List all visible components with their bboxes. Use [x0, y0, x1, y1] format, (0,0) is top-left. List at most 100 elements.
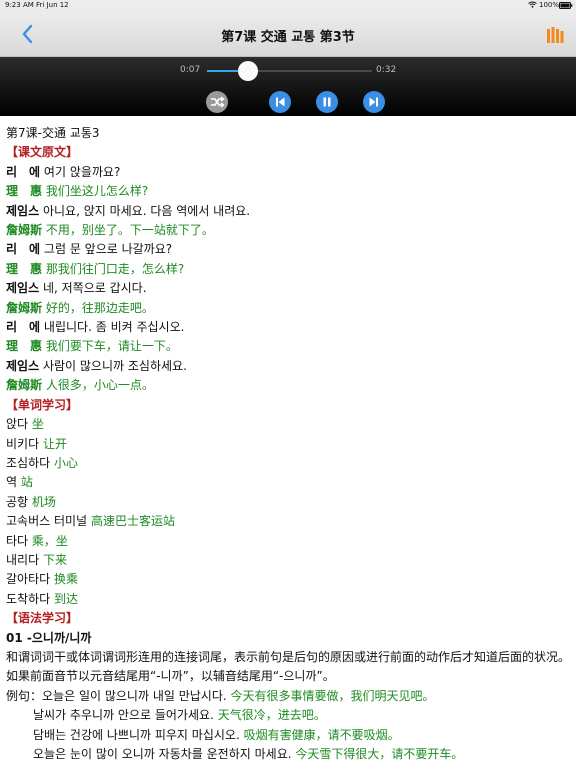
pause-button[interactable] — [316, 91, 338, 113]
vocab-korean: 타다 — [6, 533, 29, 548]
vocab-item: 내리다 下来 — [6, 551, 572, 570]
pause-icon — [323, 97, 331, 107]
vocab-item: 타다 乘，坐 — [6, 532, 572, 551]
vocab-korean: 공항 — [6, 494, 29, 509]
vocab-korean: 도착하다 — [6, 591, 51, 606]
vocab-item: 앉다 坐 — [6, 415, 572, 434]
vocab-chinese: 下来 — [42, 552, 67, 567]
speaker-name: 理 惠 — [6, 261, 43, 276]
dialog-text: 好的，往那边走吧。 — [45, 300, 154, 315]
dialog-line: 詹姆斯 人很多，小心一点。 — [6, 376, 572, 395]
vocab-korean: 조심하다 — [6, 455, 51, 470]
speaker-name: 리 에 — [6, 242, 41, 257]
vocab-chinese: 高速巴士客运站 — [90, 514, 175, 529]
speaker-name: 理 惠 — [6, 339, 43, 354]
shuffle-icon — [211, 96, 225, 108]
bars-icon — [547, 27, 564, 43]
progress-thumb[interactable] — [238, 61, 258, 81]
dialog-line: 리 에 여기 앉을까요? — [6, 163, 572, 182]
vocab-chinese: 站 — [20, 475, 33, 490]
example-item: 例句：오늘은 일이 많으니까 내일 만납시다. 今天有很多事情要做，我们明天见吧… — [6, 687, 572, 706]
grammar-description: 和谓词词干或体词谓词形连用的连接词尾，表示前句是后句的原因或进行前面的动作后才知… — [6, 649, 571, 684]
progress-track[interactable] — [207, 70, 372, 72]
speaker-name: 제임스 — [6, 281, 40, 296]
dialog-list: 리 에 여기 앉을까요? 理 惠 我们坐这儿怎么样? 제임스 아니요, 앉지 마세요… — [6, 163, 572, 396]
speaker-name: 詹姆斯 — [6, 378, 43, 393]
wifi-icon — [528, 1, 537, 10]
vocab-chinese: 到达 — [54, 591, 79, 606]
vocab-item: 도착하다 到达 — [6, 590, 572, 609]
vocab-chinese: 机场 — [31, 494, 56, 509]
status-bar: 9:23 AM Fri Jun 12 100% — [0, 0, 576, 12]
battery-level: 100% — [539, 1, 560, 9]
example-chinese: 今天有很多事情要做，我们明天见吧。 — [230, 688, 435, 703]
duration-time: 0:32 — [376, 65, 397, 75]
vocab-korean: 내리다 — [6, 552, 40, 567]
vocab-item: 조심하다 小心 — [6, 454, 572, 473]
lesson-content: 第7课-交通 교통3 【课文原文】 리 에 여기 앉을까요? 理 惠 我们坐这儿怎… — [6, 124, 572, 764]
skip-next-icon — [369, 97, 378, 107]
dialog-line: 제임스 네, 저쪽으로 갑시다. — [6, 279, 572, 298]
vocab-korean: 앉다 — [6, 417, 29, 432]
status-date: Fri Jun 12 — [36, 1, 69, 9]
vocab-item: 갈아타다 换乘 — [6, 570, 572, 589]
example-label: 例句： — [6, 688, 43, 703]
dialog-text: 我们坐这儿怎么样? — [45, 184, 149, 199]
nav-bar: 第7课 交通 교통 第3节 — [0, 12, 576, 57]
dialog-line: 理 惠 那我们往门口走，怎么样? — [6, 260, 572, 279]
example-korean: 오늘은 눈이 많이 오니까 자동차를 운전하지 마세요. — [33, 747, 292, 761]
example-korean: 담배는 건강에 나쁘니까 피우지 마십시오. — [33, 727, 240, 742]
page-title: 第7课 交通 교통 第3节 — [221, 30, 355, 45]
speaker-name: 제임스 — [6, 358, 40, 373]
example-item: 오늘은 눈이 많이 오니까 자동차를 운전하지 마세요. 今天雪下得很大，请不要… — [6, 745, 572, 764]
dialog-text: 여기 앉을까요? — [43, 164, 121, 179]
example-chinese: 今天雪下得很大，请不要开车。 — [295, 747, 464, 761]
section-header-grammar: 【语法学习】 — [6, 611, 79, 626]
vocab-chinese: 换乘 — [54, 572, 79, 587]
vocab-item: 비키다 让开 — [6, 435, 572, 454]
next-button[interactable] — [363, 91, 385, 113]
dialog-line: 리 에 내립니다. 좀 비켜 주십시오. — [6, 318, 572, 337]
dialog-text: 그럼 문 앞으로 나갈까요? — [43, 242, 173, 257]
shuffle-button[interactable] — [206, 91, 228, 113]
dialog-text: 人很多，小心一点。 — [45, 378, 154, 393]
dialog-line: 제임스 아니요, 앉지 마세요. 다음 역에서 내려요. — [6, 202, 572, 221]
dialog-line: 詹姆斯 不用，别坐了。下一站就下了。 — [6, 221, 572, 240]
dialog-text: 那我们往门口走，怎么样? — [45, 261, 185, 276]
dialog-text: 사람이 많으니까 조심하세요. — [42, 358, 187, 373]
vocab-korean: 고속버스 터미널 — [6, 514, 88, 529]
vocab-chinese: 让开 — [42, 436, 67, 451]
vocab-chinese: 坐 — [31, 417, 44, 432]
example-korean: 날씨가 추우니까 안으로 들어가세요. — [33, 708, 214, 723]
vocab-chinese: 小心 — [54, 455, 79, 470]
lesson-title: 第7课-交通 교통3 — [6, 126, 100, 140]
dialog-text: 내립니다. 좀 비켜 주십시오. — [43, 320, 185, 335]
skip-previous-icon — [276, 97, 285, 107]
elapsed-time: 0:07 — [180, 65, 201, 75]
dialog-text: 不用，别坐了。下一站就下了。 — [45, 223, 214, 238]
speaker-name: 詹姆斯 — [6, 223, 43, 238]
vocab-list: 앉다 坐 비키다 让开 조심하다 小心 역 站 공항 机场 고속버스 터미널 高速巴士客运… — [6, 415, 572, 609]
vocab-item: 공항 机场 — [6, 493, 572, 512]
vocab-item: 고속버스 터미널 高速巴士客运站 — [6, 512, 572, 531]
section-header-text: 【课文原文】 — [6, 145, 79, 160]
speaker-name: 詹姆斯 — [6, 300, 43, 315]
example-chinese: 吸烟有害健康，请不要吸烟。 — [243, 727, 400, 742]
vocab-item: 역 站 — [6, 473, 572, 492]
example-list: 例句：오늘은 일이 많으니까 내일 만납시다. 今天有很多事情要做，我们明天见吧… — [6, 687, 572, 765]
speaker-name: 리 에 — [6, 164, 41, 179]
speaker-name: 理 惠 — [6, 184, 43, 199]
example-item: 담배는 건강에 나쁘니까 피우지 마십시오. 吸烟有害健康，请不要吸烟。 — [6, 726, 572, 745]
previous-button[interactable] — [269, 91, 291, 113]
speaker-name: 리 에 — [6, 320, 41, 335]
chapter-menu-button[interactable] — [546, 26, 564, 44]
dialog-line: 제임스 사람이 많으니까 조심하세요. — [6, 357, 572, 376]
vocab-korean: 비키다 — [6, 436, 40, 451]
dialog-text: 아니요, 앉지 마세요. 다음 역에서 내려요. — [42, 203, 251, 218]
audio-player: 0:07 0:32 — [0, 57, 576, 116]
dialog-text: 네, 저쪽으로 갑시다. — [42, 281, 147, 296]
dialog-line: 理 惠 我们坐这儿怎么样? — [6, 182, 572, 201]
battery-icon — [559, 2, 573, 11]
vocab-korean: 역 — [6, 475, 18, 490]
speaker-name: 제임스 — [6, 203, 40, 218]
